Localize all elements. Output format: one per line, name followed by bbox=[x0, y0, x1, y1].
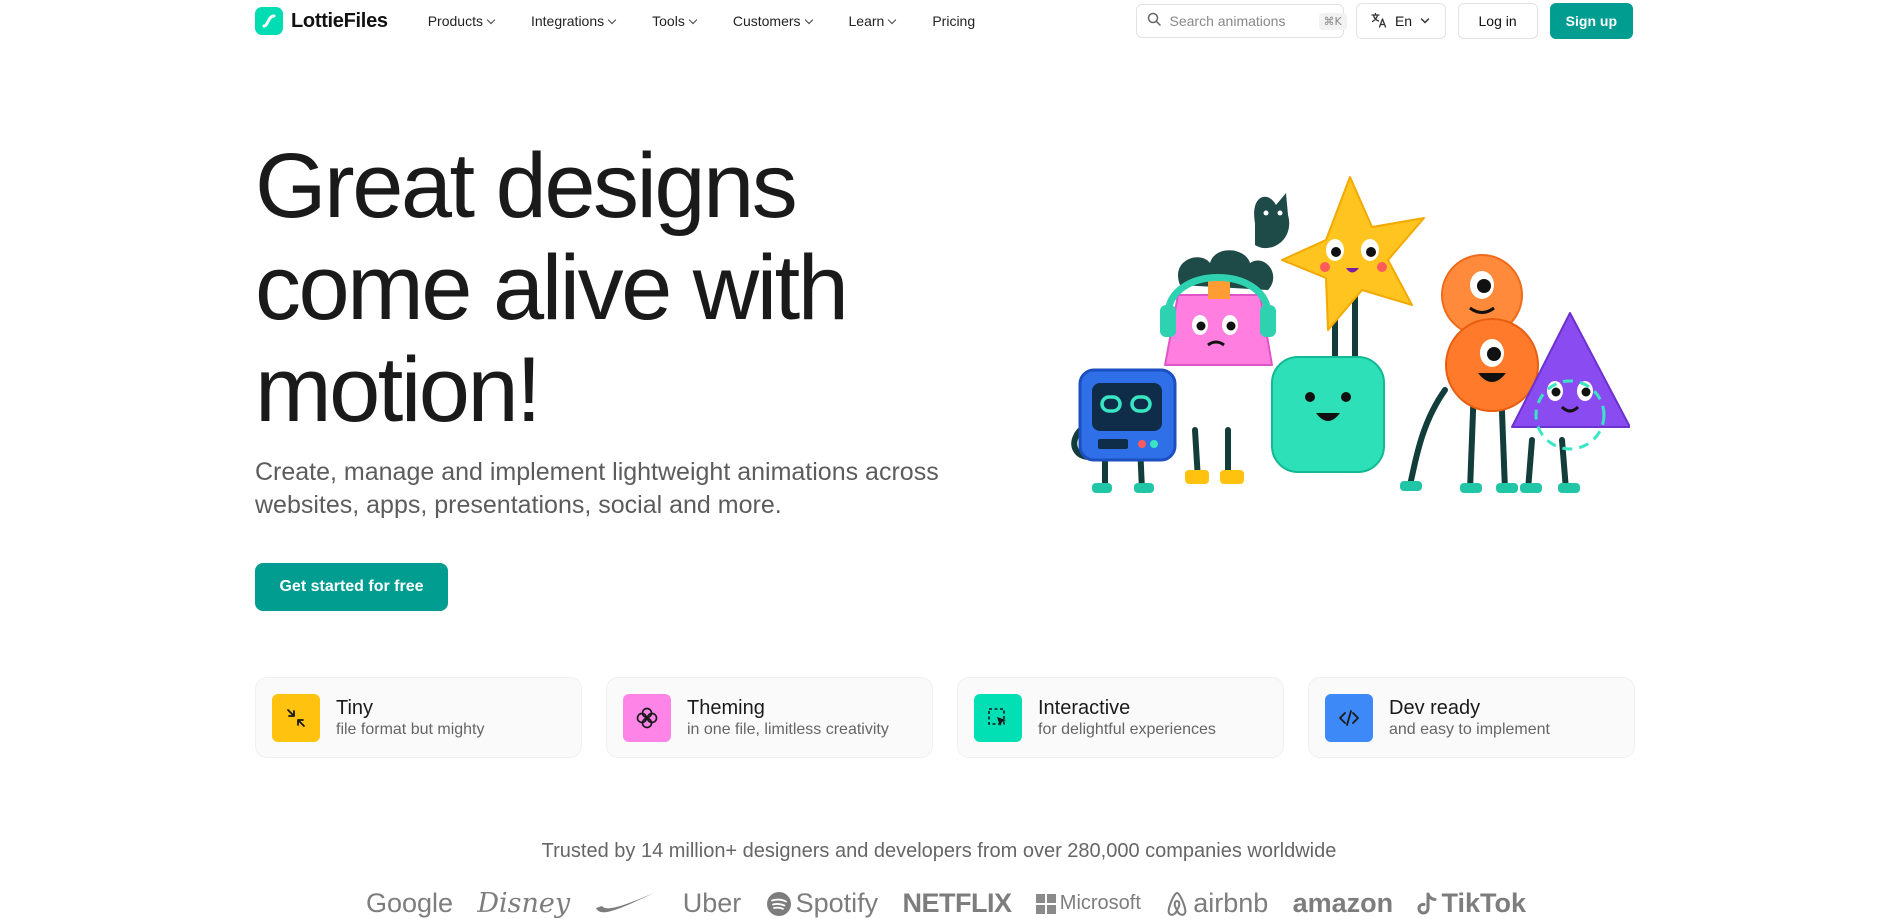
menu-item-pricing[interactable]: Pricing bbox=[932, 13, 975, 29]
menu-item-learn[interactable]: Learn bbox=[848, 13, 897, 29]
language-selector[interactable]: En bbox=[1355, 3, 1446, 39]
translate-icon bbox=[1371, 12, 1387, 31]
feature-title: Interactive bbox=[1038, 696, 1131, 719]
feature-card-interactive: Interactive for delightful experiences bbox=[957, 677, 1284, 758]
feature-cards: Tiny file format but mighty Theming in o… bbox=[255, 677, 1635, 758]
cursor-select-icon bbox=[974, 693, 1022, 742]
airbnb-logo-text: airbnb bbox=[1193, 888, 1269, 918]
microsoft-logo-text: Microsoft bbox=[1059, 892, 1141, 914]
menu-item-label: Customers bbox=[732, 13, 801, 29]
hero-subtitle-line: websites, apps, presentations, social an… bbox=[255, 491, 782, 519]
spotify-logo: Spotify bbox=[766, 888, 879, 919]
search-icon bbox=[1147, 12, 1161, 31]
menu-item-integrations[interactable]: Integrations bbox=[530, 13, 617, 29]
main-menu: Products Integrations Tools Customers Le… bbox=[428, 13, 975, 29]
feature-desc: in one file, limitless creativity bbox=[687, 720, 889, 738]
uber-logo: Uber bbox=[682, 888, 742, 918]
search-shortcut-badge: ⌘K bbox=[1318, 12, 1347, 30]
search-input[interactable] bbox=[1167, 12, 1312, 30]
feature-text: Dev ready and easy to implement bbox=[1389, 696, 1550, 740]
feature-desc: and easy to implement bbox=[1389, 720, 1550, 738]
menu-item-tools[interactable]: Tools bbox=[652, 13, 698, 29]
logo-text: LottieFiles bbox=[291, 9, 388, 32]
nike-logo bbox=[594, 888, 658, 916]
google-logo: Google bbox=[366, 888, 454, 918]
hero-subtitle: Create, manage and implement lightweight… bbox=[255, 456, 1015, 522]
disney-logo: Disney bbox=[477, 888, 571, 919]
tiktok-logo: TikTok bbox=[1417, 888, 1526, 919]
amazon-logo: amazon bbox=[1292, 888, 1394, 918]
feature-title: Tiny bbox=[336, 696, 374, 719]
chevron-down-icon bbox=[804, 15, 813, 24]
hero-subtitle-line: Create, manage and implement lightweight… bbox=[255, 458, 939, 486]
menu-item-label: Pricing bbox=[932, 13, 976, 29]
menu-item-customers[interactable]: Customers bbox=[732, 13, 813, 29]
hero-title-line: come alive with bbox=[255, 237, 849, 339]
hero-characters-illustration bbox=[1071, 176, 1630, 493]
code-icon bbox=[1325, 693, 1373, 742]
feature-title: Dev ready bbox=[1389, 696, 1481, 719]
spotify-logo-text: Spotify bbox=[795, 888, 879, 918]
chevron-down-icon bbox=[688, 15, 698, 24]
feature-text: Tiny file format but mighty bbox=[336, 696, 485, 740]
feature-desc: for delightful experiences bbox=[1038, 720, 1216, 738]
chevron-down-icon bbox=[1420, 13, 1430, 29]
feature-card-tiny: Tiny file format but mighty bbox=[255, 677, 582, 758]
search-box[interactable]: ⌘K bbox=[1135, 4, 1347, 38]
language-label: En bbox=[1394, 13, 1413, 29]
menu-item-label: Products bbox=[427, 13, 483, 29]
page: LottieFiles Products Integrations Tools … bbox=[0, 0, 1878, 919]
chevron-down-icon bbox=[486, 15, 496, 24]
feature-text: Interactive for delightful experiences bbox=[1038, 696, 1216, 740]
airbnb-logo: airbnb bbox=[1165, 888, 1268, 919]
hero-title-line: Great designs bbox=[255, 135, 798, 237]
menu-item-products[interactable]: Products bbox=[427, 13, 496, 29]
lottiefiles-logo-icon bbox=[255, 7, 283, 35]
customer-logos: Google Disney Uber Spotify NETFLIX Micro… bbox=[366, 888, 1526, 919]
theming-icon bbox=[623, 693, 671, 742]
feature-card-theming: Theming in one file, limitless creativit… bbox=[606, 677, 933, 758]
compress-icon bbox=[272, 693, 320, 742]
signup-button[interactable]: Sign up bbox=[1549, 3, 1633, 39]
logo-link[interactable]: LottieFiles bbox=[255, 7, 388, 35]
tiktok-logo-text: TikTok bbox=[1441, 888, 1526, 918]
menu-item-label: Learn bbox=[848, 13, 885, 29]
hero-title-line: motion! bbox=[255, 339, 542, 441]
chevron-down-icon bbox=[888, 15, 897, 24]
netflix-logo: NETFLIX bbox=[902, 888, 1012, 918]
feature-title: Theming bbox=[687, 696, 765, 719]
menu-item-label: Integrations bbox=[530, 13, 605, 29]
trusted-by-text: Trusted by 14 million+ designers and dev… bbox=[541, 840, 1337, 862]
hero-title: Great designs come alive with motion! bbox=[255, 135, 955, 441]
feature-text: Theming in one file, limitless creativit… bbox=[687, 696, 889, 740]
feature-desc: file format but mighty bbox=[336, 720, 485, 738]
top-nav: LottieFiles Products Integrations Tools … bbox=[255, 0, 1633, 42]
chevron-down-icon bbox=[607, 15, 617, 24]
login-button[interactable]: Log in bbox=[1457, 3, 1538, 39]
microsoft-logo: Microsoft bbox=[1035, 888, 1141, 919]
get-started-button[interactable]: Get started for free bbox=[255, 563, 448, 611]
nav-actions: ⌘K En Log in Sign up bbox=[1135, 3, 1633, 39]
menu-item-label: Tools bbox=[652, 13, 685, 29]
feature-card-dev-ready: Dev ready and easy to implement bbox=[1308, 677, 1635, 758]
